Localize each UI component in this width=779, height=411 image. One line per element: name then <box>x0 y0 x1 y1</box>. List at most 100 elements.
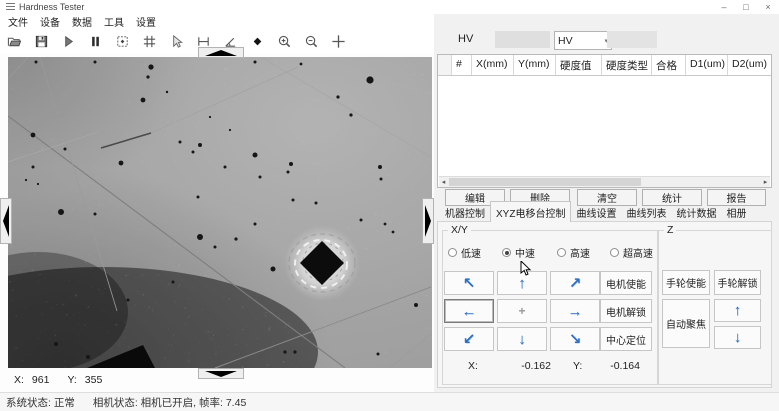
speed-ultra-radio[interactable]: 超高速 <box>610 246 653 259</box>
menu-file[interactable]: 文件 <box>8 14 28 29</box>
tab-curve-list[interactable]: 曲线列表 <box>621 203 671 222</box>
scrollbar-thumb[interactable] <box>449 178 641 186</box>
tab-curve-settings[interactable]: 曲线设置 <box>571 203 621 222</box>
motor-unlock-button[interactable]: 电机解锁 <box>600 299 652 323</box>
row-selector-column <box>438 55 452 75</box>
up-right-arrow-icon: ↗ <box>569 276 582 291</box>
z-down-button[interactable]: ↓ <box>714 326 761 349</box>
minimize-button[interactable]: – <box>713 0 735 14</box>
pan-right-icon <box>425 205 431 237</box>
play-icon[interactable] <box>60 33 76 49</box>
down-arrow-icon: ↓ <box>518 332 526 347</box>
tab-xyz-stage-control[interactable]: XYZ电移台控制 <box>490 201 571 222</box>
x-coord-label: X: <box>468 360 478 372</box>
pixel-x-value: 961 <box>32 374 50 388</box>
radio-icon <box>448 248 457 257</box>
jog-down-right-button[interactable]: ↘ <box>550 327 600 351</box>
pan-left-button[interactable] <box>0 198 12 244</box>
system-status: 系统状态: 正常 <box>6 395 75 410</box>
table-horizontal-scrollbar[interactable]: ◂ ▸ <box>439 176 770 187</box>
jog-left-button[interactable]: ← <box>444 299 494 323</box>
results-table: # X(mm) Y(mm) 硬度值 硬度类型 合格 D1(um) D2(um) … <box>437 54 772 188</box>
tab-statistics-data[interactable]: 统计数据 <box>671 203 721 222</box>
handwheel-enable-button[interactable]: 手轮使能 <box>662 270 710 295</box>
pan-left-icon <box>3 205 9 237</box>
save-icon[interactable] <box>33 33 49 49</box>
left-arrow-icon: ← <box>462 304 477 319</box>
pixel-x-label: X: <box>14 374 24 388</box>
zoom-out-icon[interactable] <box>303 33 319 49</box>
hv-label: HV <box>458 33 473 45</box>
col-d1[interactable]: D1(um) <box>686 55 728 75</box>
pan-up-button[interactable] <box>198 47 244 58</box>
jog-center-button[interactable]: + <box>497 299 547 323</box>
scroll-right-icon[interactable]: ▸ <box>761 178 770 186</box>
right-arrow-icon: → <box>568 304 583 319</box>
up-arrow-icon: ↑ <box>734 303 742 318</box>
col-x-mm[interactable]: X(mm) <box>472 55 514 75</box>
pan-right-button[interactable] <box>422 198 434 244</box>
zoom-in-icon[interactable] <box>276 33 292 49</box>
jog-up-right-button[interactable]: ↗ <box>550 271 600 295</box>
col-index[interactable]: # <box>452 55 472 75</box>
window-title: Hardness Tester <box>19 2 84 12</box>
jog-right-button[interactable]: → <box>550 299 600 323</box>
col-d2[interactable]: D2(um) <box>728 55 771 75</box>
col-pass[interactable]: 合格 <box>652 55 686 75</box>
tab-machine-control[interactable]: 机器控制 <box>440 203 490 222</box>
scroll-left-icon[interactable]: ◂ <box>439 178 448 186</box>
col-hardness-value[interactable]: 硬度值 <box>556 55 602 75</box>
down-right-arrow-icon: ↘ <box>569 332 582 347</box>
grid-icon[interactable] <box>141 33 157 49</box>
col-hardness-type[interactable]: 硬度类型 <box>602 55 652 75</box>
menu-settings[interactable]: 设置 <box>136 14 156 29</box>
motor-enable-button[interactable]: 电机使能 <box>600 271 652 295</box>
z-up-button[interactable]: ↑ <box>714 299 761 322</box>
radio-selected-icon <box>502 248 511 257</box>
pan-up-icon <box>205 50 237 56</box>
app-icon <box>6 3 15 11</box>
menu-data[interactable]: 数据 <box>72 14 92 29</box>
tab-album[interactable]: 相册 <box>721 203 751 222</box>
up-left-arrow-icon: ↖ <box>463 276 476 291</box>
jog-up-left-button[interactable]: ↖ <box>444 271 494 295</box>
handwheel-unlock-button[interactable]: 手轮解锁 <box>714 270 761 295</box>
speed-low-radio[interactable]: 低速 <box>448 246 481 259</box>
maximize-button[interactable]: □ <box>735 0 757 14</box>
speed-high-radio[interactable]: 高速 <box>557 246 590 259</box>
pixel-y-value: 355 <box>85 374 103 388</box>
close-button[interactable]: × <box>757 0 779 14</box>
col-y-mm[interactable]: Y(mm) <box>514 55 556 75</box>
specimen-image[interactable] <box>8 57 432 368</box>
table-body[interactable] <box>438 76 771 167</box>
indentation-diamond-icon[interactable] <box>249 33 265 49</box>
menu-device[interactable]: 设备 <box>40 14 60 29</box>
crosshair-icon[interactable] <box>330 33 346 49</box>
hv-value-field[interactable] <box>495 31 550 48</box>
pause-icon[interactable] <box>87 33 103 49</box>
speed-medium-radio[interactable]: 中速 <box>502 246 535 259</box>
y-coord-label: Y: <box>573 360 582 372</box>
center-target-icon[interactable] <box>114 33 130 49</box>
radio-icon <box>610 248 619 257</box>
open-icon[interactable] <box>6 33 22 49</box>
hv-scale-select[interactable]: HV ▾ <box>554 31 612 50</box>
image-pixel-coords: X: 961 Y: 355 <box>14 374 214 388</box>
down-left-arrow-icon: ↙ <box>463 332 476 347</box>
jog-down-left-button[interactable]: ↙ <box>444 327 494 351</box>
select-cursor-icon[interactable] <box>168 33 184 49</box>
x-coord-value: -0.162 <box>486 360 551 372</box>
autofocus-button[interactable]: 自动聚焦 <box>662 299 710 348</box>
center-position-button[interactable]: 中心定位 <box>600 327 652 351</box>
z-group-label: Z <box>664 224 676 236</box>
hv-scale-value: HV <box>558 35 573 47</box>
mouse-cursor <box>520 261 532 278</box>
y-coord-value: -0.164 <box>593 360 640 372</box>
xyz-stage-panel: X/Y 低速 中速 高速 超高速 ↖ ↑ ↗ ← + → ↙ ↓ ↘ 电机使能 … <box>437 221 772 388</box>
hv-secondary-field[interactable] <box>607 31 657 48</box>
table-header-row: # X(mm) Y(mm) 硬度值 硬度类型 合格 D1(um) D2(um) <box>438 55 771 76</box>
center-point-icon: + <box>518 305 525 317</box>
title-bar: Hardness Tester – □ × <box>0 0 779 14</box>
menu-tools[interactable]: 工具 <box>104 14 124 29</box>
jog-down-button[interactable]: ↓ <box>497 327 547 351</box>
